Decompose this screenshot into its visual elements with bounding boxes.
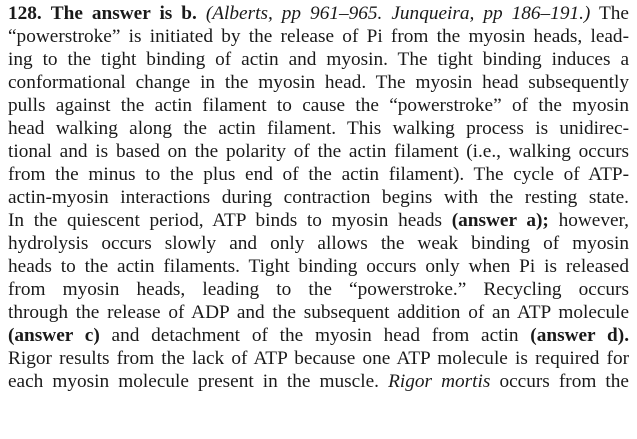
text-fragment: however,	[558, 210, 629, 231]
italic-term: Rigor mortis	[388, 371, 491, 392]
text-line: In the quiescent period, ATP binds to my…	[8, 209, 629, 232]
text-fragment: each myosin molecule present in the musc…	[8, 371, 379, 392]
answer-reference: (answer d).	[530, 325, 630, 346]
text-line: (answer c) and detachment of the myosin …	[8, 324, 629, 347]
text-line: tional and is based on the polarity of t…	[8, 141, 629, 162]
text-line: from myosin heads, leading to the “power…	[8, 279, 629, 300]
text-line: actin-myosin interactions during contrac…	[8, 187, 629, 208]
text-line: each myosin molecule present in the musc…	[8, 370, 629, 393]
text-line: from the minus to the plus end of the ac…	[8, 164, 629, 185]
question-number: 128.	[8, 3, 42, 24]
text-fragment: and detachment of the myosin head from a…	[111, 325, 519, 346]
text-line: conformational change in the myosin head…	[8, 72, 629, 93]
answer-explanation: 128. The answer is b. (Alberts, pp 961–9…	[8, 2, 629, 393]
answer-reference: (answer a);	[451, 210, 549, 231]
answer-reference: (answer c)	[8, 325, 100, 346]
text-fragment: The	[599, 3, 629, 24]
text-fragment: occurs from the	[499, 371, 629, 392]
text-fragment: In the quiescent period, ATP binds to my…	[8, 210, 442, 231]
text-line: 128. The answer is b. (Alberts, pp 961–9…	[8, 2, 629, 25]
citation: (Alberts, pp 961–965. Junqueira, pp 186–…	[205, 3, 591, 24]
text-line: “powerstroke” is initiated by the releas…	[8, 26, 629, 47]
text-line: Rigor results from the lack of ATP becau…	[8, 348, 629, 369]
text-line: ing to the tight binding of actin and my…	[8, 49, 629, 70]
text-line: head walking along the actin filament. T…	[8, 118, 629, 139]
text-line: heads to the actin filaments. Tight bind…	[8, 256, 629, 277]
answer-lead: The answer is b.	[50, 3, 197, 24]
text-line: hydrolysis occurs slowly and only allows…	[8, 233, 629, 254]
text-line: through the release of ADP and the subse…	[8, 302, 629, 323]
text-line: pulls against the actin filament to caus…	[8, 95, 629, 116]
